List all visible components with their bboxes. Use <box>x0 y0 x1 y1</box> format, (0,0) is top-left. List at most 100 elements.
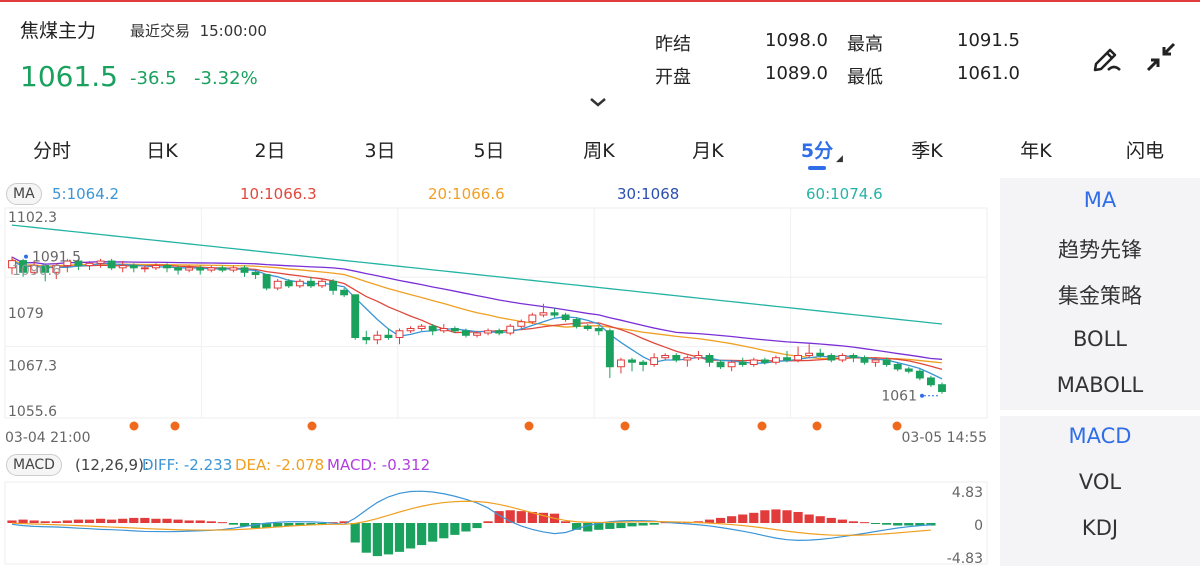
candle-body <box>849 354 858 359</box>
sidebar-item-trend-pioneer[interactable]: 趋势先锋 <box>1000 234 1200 264</box>
event-marker <box>812 421 822 431</box>
tab-3-day[interactable]: 3日 <box>364 136 395 163</box>
candle-body <box>395 330 404 339</box>
candle-body <box>384 334 393 339</box>
candle <box>329 279 338 295</box>
macd-bar <box>217 522 227 524</box>
macd-bar <box>749 512 759 523</box>
macd-bar <box>18 519 28 523</box>
candle <box>650 353 659 367</box>
tab-yearly-k[interactable]: 年K <box>1020 136 1051 163</box>
period-tabs: 分时 日K 2日 3日 5日 周K 月K 5分 ◢ 季K 年K 闪电 <box>0 128 1200 170</box>
tab-weekly-k[interactable]: 周K <box>583 136 614 163</box>
macd-bar <box>893 523 903 526</box>
candle-body <box>428 325 437 332</box>
candle-body <box>517 321 526 327</box>
candle-body <box>240 267 249 273</box>
candle-body <box>827 354 836 361</box>
tab-5-day[interactable]: 5日 <box>473 136 504 163</box>
candle <box>716 359 725 369</box>
macd-bar <box>73 519 84 523</box>
candle <box>616 357 625 374</box>
macd-bar <box>859 522 870 524</box>
candle-body <box>805 352 814 356</box>
time-axis-end: 03-05 14:55 <box>902 430 987 446</box>
ma60-line <box>11 224 943 325</box>
ma30-line <box>11 256 943 360</box>
candle-body <box>406 328 415 332</box>
candle <box>218 265 227 273</box>
candle <box>749 357 758 367</box>
candle-body <box>628 359 636 363</box>
tab-2-day[interactable]: 2日 <box>254 136 285 163</box>
sidebar-item-boll[interactable]: BOLL <box>1000 327 1200 351</box>
candle <box>628 357 636 372</box>
candle <box>904 366 913 374</box>
tab-lightning[interactable]: 闪电 <box>1126 136 1164 163</box>
kline-chart[interactable]: 1102.310791067.31055.61090.61091.5106103… <box>0 178 1000 566</box>
candle <box>318 279 326 289</box>
candle <box>484 328 493 336</box>
macd-bar <box>428 523 438 542</box>
sidebar-item-maboll[interactable]: MABOLL <box>1000 373 1200 397</box>
candle-body <box>816 352 825 356</box>
candle-body <box>838 354 847 361</box>
candle <box>306 276 315 289</box>
tab-daily-k[interactable]: 日K <box>146 136 177 163</box>
candle-body <box>351 294 360 339</box>
macd-bar <box>837 519 847 523</box>
stat-value-open: 1089.0 <box>765 63 828 84</box>
candle-body <box>539 312 548 316</box>
candle-body <box>318 280 326 287</box>
macd-diff-line <box>11 490 931 541</box>
candle-body <box>794 354 803 361</box>
tab-quarterly-k[interactable]: 季K <box>911 136 942 163</box>
candle-body <box>605 330 614 368</box>
candle-body <box>262 274 271 289</box>
macd-bar <box>394 523 405 552</box>
top-accent-line <box>0 0 1200 2</box>
high-marker-dot <box>24 254 28 259</box>
macd-bar <box>405 523 416 549</box>
tab-5-min[interactable]: 5分 <box>801 136 833 163</box>
sidebar-item-ma[interactable]: MA <box>1000 188 1200 212</box>
macd-bar <box>760 510 770 523</box>
candle <box>207 265 216 273</box>
candle-body <box>473 332 481 336</box>
tab-intraday[interactable]: 分时 <box>33 136 71 163</box>
macd-bar <box>162 518 172 523</box>
price-change: -36.5 <box>130 68 177 89</box>
draw-pen-icon[interactable] <box>1090 40 1124 74</box>
event-marker <box>524 421 534 431</box>
macd-bar <box>904 523 914 526</box>
candle <box>683 355 692 367</box>
candle <box>118 261 127 273</box>
sidebar-item-macd[interactable]: MACD <box>1000 424 1200 448</box>
candle <box>107 258 116 271</box>
macd-bar <box>151 518 161 523</box>
candle-body <box>749 359 758 365</box>
stat-label-open: 开盘 <box>655 67 691 88</box>
stat-value-high: 1091.5 <box>957 30 1020 51</box>
sidebar-item-kdj[interactable]: KDJ <box>1000 516 1200 540</box>
macd-bar <box>95 518 106 523</box>
sidebar-item-vol[interactable]: VOL <box>1000 470 1200 494</box>
candle-body <box>273 280 282 289</box>
macd-bar <box>616 523 626 529</box>
sidebar-divider <box>1000 410 1200 416</box>
sidebar-item-jijin-strategy[interactable]: 集金策略 <box>1000 280 1200 310</box>
collapse-icon[interactable] <box>1144 40 1178 74</box>
tab-monthly-k[interactable]: 月K <box>692 136 723 163</box>
price-axis-label-mid: 1079 <box>8 306 44 322</box>
candle-body <box>561 314 570 321</box>
tab-dropdown-caret-icon[interactable]: ◢ <box>836 154 843 164</box>
macd-bar <box>383 523 394 555</box>
candle-body <box>871 359 880 363</box>
macd-bar <box>727 516 737 523</box>
event-marker <box>620 421 630 431</box>
expand-chevron-icon[interactable] <box>588 96 608 108</box>
stat-value-low: 1061.0 <box>957 63 1020 84</box>
macd-bar <box>40 521 50 523</box>
candle-body <box>915 370 924 379</box>
candle-body <box>373 334 382 341</box>
